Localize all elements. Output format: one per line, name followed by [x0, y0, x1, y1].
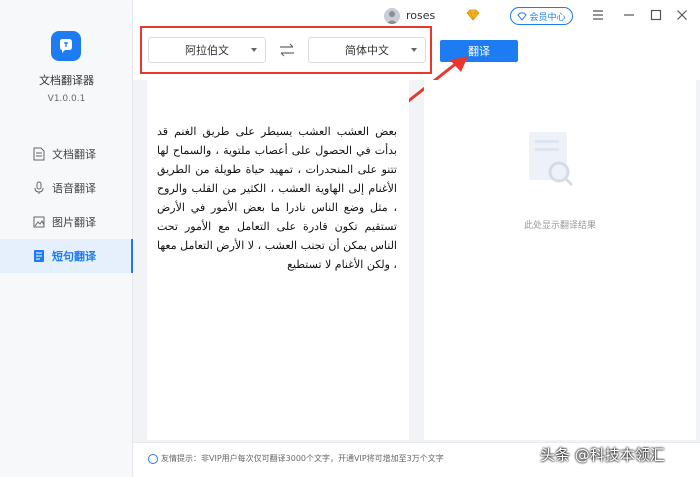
- sidebar-item-document-translate[interactable]: 文档翻译: [0, 137, 133, 171]
- short-text-icon: [34, 250, 44, 262]
- minimize-icon[interactable]: [620, 6, 638, 24]
- sidebar-item-label: 语音翻译: [52, 182, 96, 195]
- app-name: 文档翻译器: [39, 74, 94, 87]
- avatar[interactable]: [384, 8, 400, 24]
- app-version: V1.0.0.1: [47, 94, 86, 104]
- sidebar-item-short-translate[interactable]: 短句翻译: [0, 239, 134, 273]
- sidebar: 文档翻译器 V1.0.0.1 文档翻译 语音翻译 图片翻译 短句翻译: [0, 0, 134, 477]
- empty-document-icon: [529, 132, 574, 187]
- close-icon[interactable]: [673, 6, 691, 24]
- microphone-icon: [34, 181, 44, 194]
- sidebar-item-voice-translate[interactable]: 语音翻译: [0, 171, 133, 205]
- sidebar-nav: 文档翻译 语音翻译 图片翻译 短句翻译: [0, 137, 134, 273]
- result-placeholder: 此处显示翻译结果: [523, 221, 596, 231]
- maximize-icon[interactable]: [647, 6, 665, 24]
- member-center-button[interactable]: 会员中心: [510, 7, 573, 25]
- diamond-outline-icon: [517, 12, 528, 21]
- source-text[interactable]: بعض العشب العشب يسيطر على طريق الغنم قد …: [157, 122, 397, 274]
- sidebar-item-label: 短句翻译: [52, 250, 96, 263]
- app-logo-icon: [51, 31, 81, 61]
- footer-tip: 友情提示：非VIP用户每次仅可翻译3000个文字，开通VIP将可增加至3万个文字: [161, 454, 444, 463]
- vip-diamond-icon[interactable]: [466, 9, 480, 21]
- member-center-label: 会员中心: [529, 12, 566, 23]
- sidebar-item-image-translate[interactable]: 图片翻译: [0, 205, 133, 239]
- menu-icon[interactable]: [589, 6, 607, 24]
- annotation-highlight-box: [140, 26, 432, 74]
- sidebar-item-label: 文档翻译: [52, 148, 96, 161]
- sidebar-item-label: 图片翻译: [52, 216, 96, 229]
- watermark: 头条 @科技本领汇: [540, 446, 665, 464]
- image-icon: [33, 216, 45, 228]
- document-icon: [33, 147, 45, 161]
- username[interactable]: roses: [406, 9, 435, 22]
- info-icon: [148, 454, 158, 464]
